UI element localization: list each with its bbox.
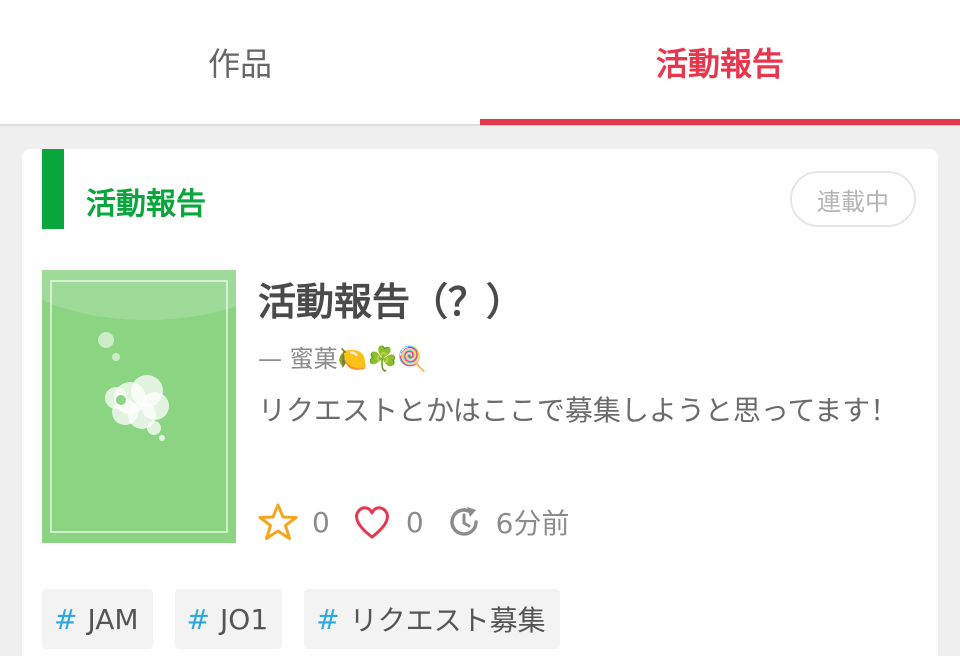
status-badge: 連載中 (790, 171, 916, 227)
updated-stat: 6分前 (446, 502, 570, 542)
stars-count: 0 (312, 505, 330, 539)
tag-jo1[interactable]: # JO1 (174, 589, 283, 649)
cover-image[interactable] (42, 270, 236, 543)
hashtag-icon: # (316, 602, 340, 636)
tag-label: リクエスト募集 (349, 604, 546, 637)
stars-stat: 0 (258, 502, 330, 542)
hearts-count: 0 (405, 505, 424, 539)
tag-label: JO1 (220, 602, 269, 636)
tag-request[interactable]: # リクエスト募集 (304, 589, 560, 649)
star-icon (258, 503, 298, 540)
hashtag-icon: # (186, 602, 211, 636)
work-title[interactable]: 活動報告（？） (258, 271, 524, 326)
tab-activity-report[interactable]: 活動報告 (480, 0, 960, 124)
tag-jam[interactable]: # JAM (42, 589, 153, 649)
tag-label: JAM (87, 602, 139, 636)
heart-icon (355, 506, 389, 539)
work-description: リクエストとかはここで募集しようと思ってます！ (258, 394, 899, 427)
update-clock-icon (449, 507, 478, 536)
tag-list: # JAM # JO1 # リクエスト募集 (42, 589, 582, 649)
work-card[interactable]: 活動報告 連載中 活動報告（？） — 蜜菓🍋☘️🍭 リクエストとかはここで募集し… (22, 149, 938, 656)
updated-time: 6分前 (495, 507, 570, 540)
tab-works[interactable]: 作品 (0, 0, 480, 124)
work-stats: 0 0 6分前 (258, 502, 591, 542)
hashtag-icon: # (54, 602, 78, 636)
hearts-stat: 0 (352, 502, 424, 542)
thought-bubble-icon (98, 332, 169, 441)
active-tab-indicator (480, 119, 960, 125)
author-name[interactable]: — 蜜菓🍋☘️🍭 (258, 339, 427, 374)
tab-bar: 作品 活動報告 (0, 0, 960, 126)
section-title: 活動報告 (86, 187, 206, 222)
section-accent-bar (42, 149, 64, 229)
